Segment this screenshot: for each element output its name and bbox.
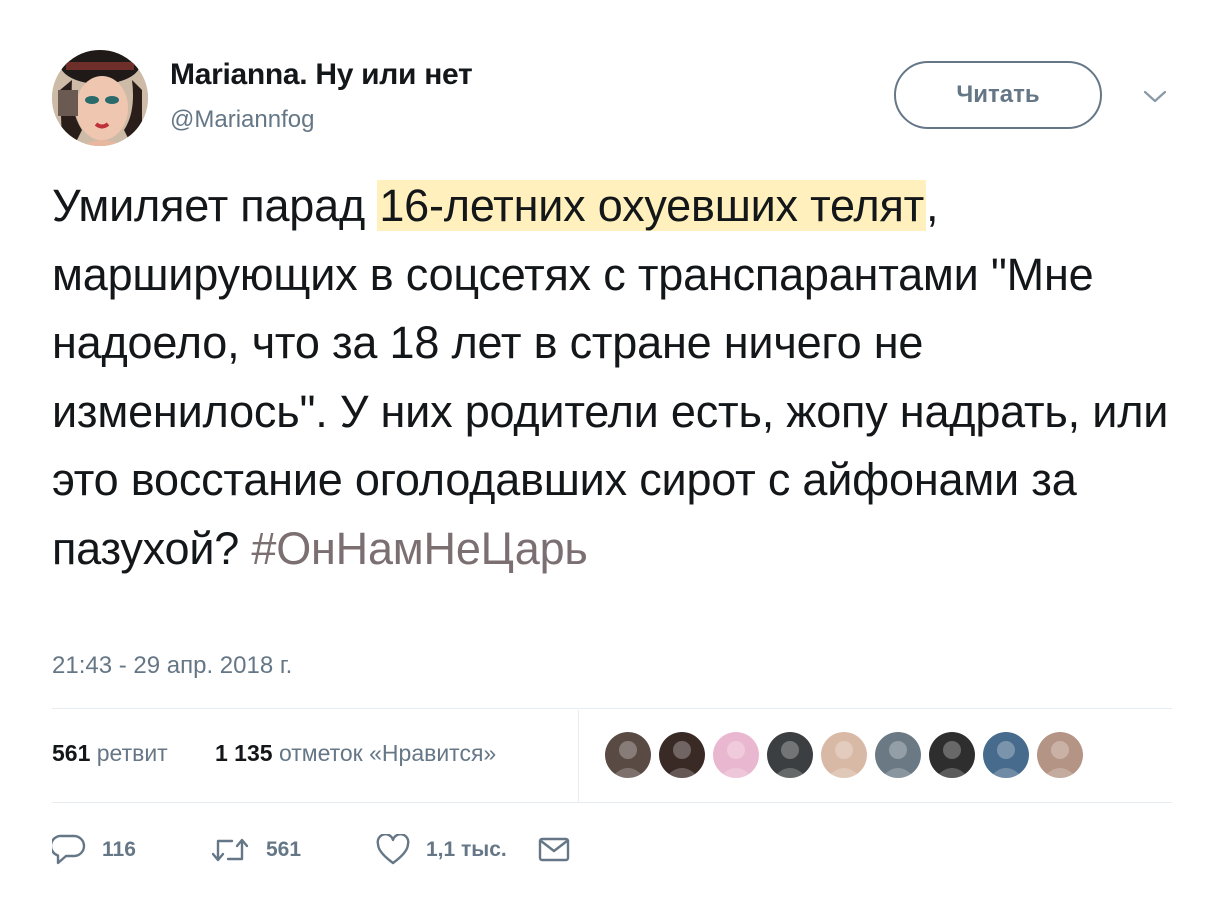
retweet-icon: [211, 838, 249, 862]
liker-avatar[interactable]: [1037, 732, 1083, 778]
tweet: Marianna. Ну или нет @Mariannfog Читать …: [0, 0, 1228, 908]
liker-avatar[interactable]: [659, 732, 705, 778]
tweet-actions: 116 561 1,1 тыс.: [52, 828, 1172, 872]
liker-avatar-image: [1043, 741, 1077, 778]
chevron-down-icon: [1143, 90, 1167, 103]
hashtag-link[interactable]: #ОнНамНеЦарь: [251, 523, 587, 574]
user-avatar[interactable]: [52, 50, 148, 146]
liker-avatar-image: [935, 741, 969, 778]
like-count: 1,1 тыс.: [426, 838, 507, 861]
direct-message-button[interactable]: [538, 828, 570, 872]
highlighted-text: 16-летних охуевших телят: [377, 180, 927, 231]
retweets-stat[interactable]: 561 ретвит: [52, 740, 168, 767]
liker-avatar-image: [719, 741, 753, 778]
retweet-count: 561: [266, 838, 302, 861]
liker-avatar-image: [773, 741, 807, 778]
avatar-image: [52, 50, 148, 146]
liker-avatar[interactable]: [713, 732, 759, 778]
tweet-text-before: Умиляет парад: [52, 180, 378, 231]
user-handle[interactable]: @Mariannfog: [170, 106, 314, 134]
liker-avatar[interactable]: [983, 732, 1029, 778]
liker-avatar-image: [881, 741, 915, 778]
retweet-button[interactable]: 561: [210, 828, 301, 872]
tweet-text: Умиляет парад 16-летних охуевших телят, …: [52, 172, 1192, 584]
liker-avatar-image: [611, 741, 645, 778]
liker-avatar[interactable]: [875, 732, 921, 778]
likes-stat-label: отметок «Нравится»: [278, 740, 497, 766]
liker-avatar[interactable]: [605, 732, 651, 778]
liker-avatar[interactable]: [821, 732, 867, 778]
heart-icon: [376, 834, 410, 865]
liker-avatar-image: [665, 741, 699, 778]
likes-stat-count: 1 135: [215, 740, 273, 766]
divider-bottom: [52, 802, 1172, 803]
liker-avatar-image: [989, 741, 1023, 778]
reply-icon: [52, 834, 86, 865]
liker-avatar-image: [827, 741, 861, 778]
retweets-stat-count: 561: [52, 740, 91, 766]
reply-button[interactable]: 116: [52, 828, 136, 872]
user-display-name[interactable]: Marianna. Ну или нет: [170, 58, 473, 92]
retweets-stat-label: ретвит: [96, 740, 168, 766]
liker-avatar[interactable]: [767, 732, 813, 778]
tweet-text-after: , марширующих в соцсетях с транспарантам…: [52, 180, 1169, 574]
like-button[interactable]: 1,1 тыс.: [376, 828, 507, 872]
liker-avatar[interactable]: [929, 732, 975, 778]
likes-stat[interactable]: 1 135 отметок «Нравится»: [215, 740, 496, 767]
reply-count: 116: [102, 838, 136, 861]
stats-separator: [578, 710, 579, 802]
envelope-icon: [538, 837, 570, 862]
tweet-stats: 561 ретвит 1 135 отметок «Нравится»: [52, 710, 1172, 802]
divider-top: [52, 708, 1172, 709]
follow-button[interactable]: Читать: [894, 61, 1102, 129]
tweet-timestamp[interactable]: 21:43 - 29 апр. 2018 г.: [52, 652, 292, 680]
tweet-menu-caret[interactable]: [1140, 86, 1170, 108]
